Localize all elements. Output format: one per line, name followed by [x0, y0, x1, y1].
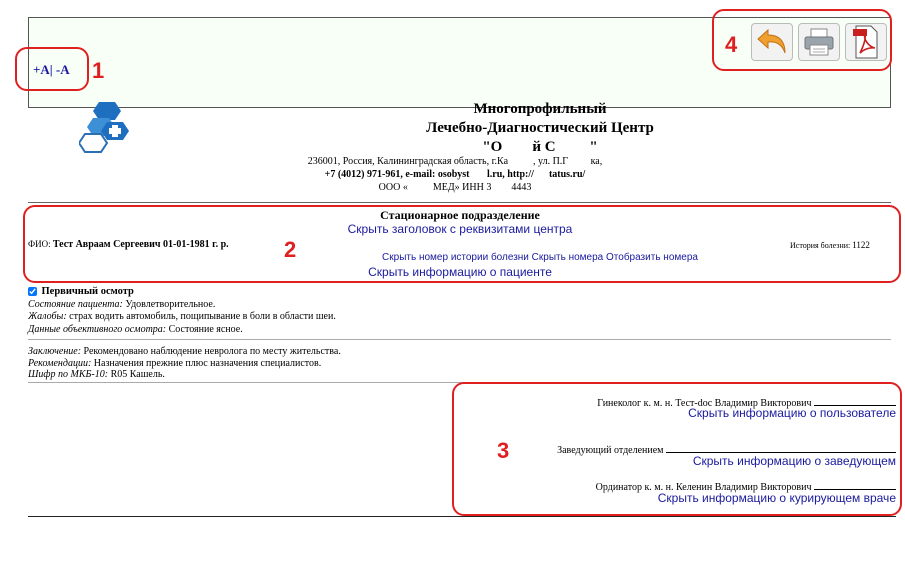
- show-number-link[interactable]: Отобразить номера: [606, 252, 698, 263]
- divider-exam: [28, 339, 891, 340]
- divider-top: [28, 202, 891, 203]
- back-button[interactable]: [751, 23, 793, 61]
- hide-curator-info-link[interactable]: Скрыть информацию о курирующем враче: [658, 491, 896, 505]
- pdf-button[interactable]: [845, 23, 887, 61]
- hide-history-number-link[interactable]: Скрыть номер истории болезни: [382, 252, 529, 263]
- print-button[interactable]: [798, 23, 840, 61]
- hide-user-info-link[interactable]: Скрыть информацию о пользователе: [688, 406, 896, 420]
- fio-value: Тест Авраам Сергеевич 01-01-1981 г. р.: [52, 239, 229, 250]
- hide-head-info-link[interactable]: Скрыть информацию о заведующем: [693, 454, 896, 468]
- annotation-number-4: 4: [725, 32, 738, 57]
- font-size-control: +A| -A: [33, 62, 70, 78]
- exam-state: Состояние пациента: Удовлетворительное.: [28, 298, 216, 310]
- conclusion-section: Заключение: Рекомендовано наблюдение нев…: [28, 346, 341, 381]
- font-decrease-button[interactable]: -A: [56, 62, 70, 77]
- exam-title: Первичный осмотр: [41, 286, 134, 297]
- resident-signature-line: [814, 481, 896, 490]
- printer-icon: [804, 28, 834, 56]
- back-arrow-icon: [757, 28, 786, 54]
- org-name-line2: Лечебно-Диагностический Центр: [426, 120, 654, 136]
- head-signature: Заведующий отделением: [557, 445, 664, 456]
- org-details: 236001, Россия, Калининградская область,…: [255, 155, 655, 194]
- clinic-logo-icon: [79, 102, 129, 153]
- exam-section: Первичный осмотр Состояние пациента: Удо…: [28, 286, 336, 336]
- org-contacts: +7 (4012) 971-961, e-mail: osobyst l.ru,…: [324, 169, 586, 180]
- org-inn: ООО « МЕД» ИНН 3 4443: [378, 182, 532, 193]
- annotation-number-3: 3: [497, 438, 510, 463]
- head-signature-line: [666, 444, 896, 453]
- exam-conclusion: Заключение: Рекомендовано наблюдение нев…: [28, 346, 341, 357]
- fio-label: ФИО:: [28, 239, 51, 249]
- history-number: История болезни: 1122: [790, 240, 870, 250]
- exam-recommendations: Рекомендации: Назначения прежние плюс на…: [28, 357, 322, 369]
- hide-patient-info-link[interactable]: Скрыть информацию о пациенте: [300, 265, 620, 279]
- hide-numbers-link[interactable]: Скрыть номера: [532, 252, 604, 263]
- hide-header-link[interactable]: Скрыть заголовок с реквизитами центра: [300, 222, 620, 236]
- font-separator: |: [49, 62, 53, 77]
- exam-title-row: Первичный осмотр: [28, 286, 336, 299]
- exam-complaints: Жалобы: страх водить автомобиль, пощипыв…: [28, 311, 336, 322]
- history-value: 1122: [852, 240, 870, 250]
- annotation-number-1: 1: [92, 58, 105, 83]
- annotation-number-2: 2: [284, 237, 297, 262]
- number-visibility-links: Скрыть номер истории болезни Скрыть номе…: [340, 252, 740, 263]
- org-address: 236001, Россия, Калининградская область,…: [307, 156, 603, 167]
- history-label: История болезни:: [790, 241, 851, 250]
- patient-fio: ФИО: Тест Авраам Сергеевич 01-01-1981 г.…: [28, 239, 229, 250]
- exam-icd: Шифр по МКБ-10: R05 Кашель.: [28, 369, 165, 380]
- font-increase-button[interactable]: +A: [33, 62, 50, 77]
- pdf-icon: [853, 25, 878, 59]
- org-name-line1: Многопрофильный: [473, 101, 607, 117]
- exam-objective: Данные объективного осмотра: Состояние я…: [28, 323, 243, 335]
- doctor-signature-line: [814, 397, 896, 406]
- divider-bottom: [28, 516, 896, 517]
- department-title: Стационарное подразделение: [380, 208, 540, 222]
- org-name: Многопрофильный Лечебно-Диагностический …: [355, 100, 725, 157]
- exam-checkbox[interactable]: [28, 287, 37, 297]
